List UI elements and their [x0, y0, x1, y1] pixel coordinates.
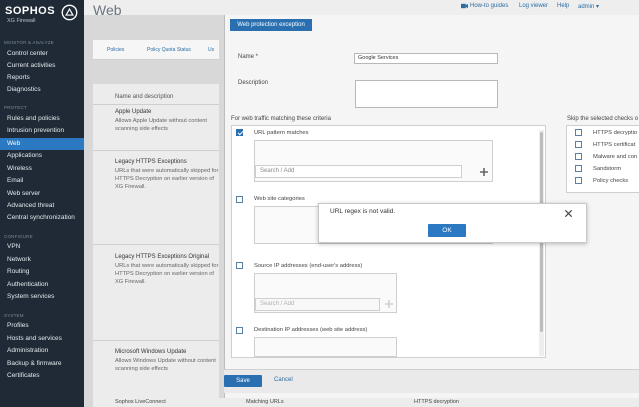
list-item-title[interactable]: Legacy HTTPS Exceptions: [115, 159, 187, 165]
nav-section-configure: CONFIGURE: [4, 234, 33, 239]
sidebar-item-routing[interactable]: Routing: [0, 266, 84, 278]
destination-ip-box: [254, 337, 397, 357]
skip-malware-label: Malware and con: [593, 154, 638, 160]
sidebar-item-diagnostics[interactable]: Diagnostics: [0, 84, 84, 96]
sophos-shield-icon: [61, 4, 78, 21]
dialog-title: Web protection exception: [230, 19, 312, 31]
logo: SOPHOS XG Firewall: [5, 4, 81, 26]
source-ip-checkbox[interactable]: [236, 262, 243, 269]
description-label: Description: [238, 80, 269, 86]
web-site-categories-label: Web site categories: [254, 196, 305, 202]
sidebar-item-administration[interactable]: Administration: [0, 345, 84, 357]
divider: [93, 244, 219, 245]
list-item-desc: Allows Apple Update without content scan…: [115, 118, 208, 132]
name-label: Name *: [238, 54, 259, 60]
criteria-heading: For web traffic matching these criteria: [231, 116, 331, 122]
bottom-row: [93, 398, 639, 407]
sidebar-item-email[interactable]: Email: [0, 175, 84, 187]
sidebar-item-rules-and-policies[interactable]: Rules and policies: [0, 113, 84, 125]
list-item-title[interactable]: Apple Update: [115, 109, 151, 115]
skip-sandstorm-label: Sandstorm: [593, 166, 622, 172]
sidebar-item-backup-firmware[interactable]: Backup & firmware: [0, 358, 84, 370]
url-pattern-search-input[interactable]: Search / Add: [255, 165, 462, 178]
skip-https-decryption-checkbox[interactable]: [575, 129, 582, 136]
save-button[interactable]: Save: [224, 375, 262, 387]
video-icon: [461, 3, 468, 9]
list-item-desc: URLs that were automatically skipped for…: [115, 168, 219, 190]
nav-section-monitor: MONITOR & ANALYZE: [4, 40, 54, 45]
plus-icon[interactable]: [384, 299, 394, 309]
url-pattern-checkbox[interactable]: [236, 129, 243, 136]
divider: [93, 104, 219, 105]
list-item-title[interactable]: Microsoft Windows Update: [115, 349, 186, 355]
skip-heading: Skip the selected checks o: [567, 116, 639, 122]
skip-https-decryption-label: HTTPS decryptio: [593, 130, 638, 136]
plus-icon[interactable]: [479, 167, 489, 177]
topbar: [84, 0, 639, 15]
sidebar-item-system-services[interactable]: System services: [0, 291, 84, 303]
sidebar-item-current-activities[interactable]: Current activities: [0, 60, 84, 72]
tab-user-truncated[interactable]: Us: [208, 47, 214, 53]
skip-policy-checks-checkbox[interactable]: [575, 177, 582, 184]
how-to-guides-link[interactable]: How-to guides: [470, 3, 508, 9]
sidebar-item-wireless[interactable]: Wireless: [0, 163, 84, 175]
skip-https-certificate-checkbox[interactable]: [575, 141, 582, 148]
sidebar-item-control-center[interactable]: Control center: [0, 48, 84, 60]
sidebar-item-advanced-threat[interactable]: Advanced threat: [0, 200, 84, 212]
url-pattern-label: URL pattern matches: [254, 130, 309, 136]
list-item-desc: Allows Windows Update without content sc…: [115, 358, 216, 372]
source-ip-search-input[interactable]: Search / Add: [255, 298, 380, 311]
nav-section-protect: PROTECT: [4, 105, 27, 110]
divider: [93, 150, 219, 151]
sidebar-item-central-synchronization[interactable]: Central synchronization: [0, 212, 84, 224]
destination-ip-label: Destination IP addresses (web site addre…: [254, 327, 368, 333]
list-item-title[interactable]: Legacy HTTPS Exceptions Original: [115, 254, 209, 260]
sidebar-item-hosts-and-services[interactable]: Hosts and services: [0, 333, 84, 345]
sidebar-item-reports[interactable]: Reports: [0, 72, 84, 84]
ok-button[interactable]: OK: [428, 224, 466, 237]
nav-section-system: SYSTEM: [4, 313, 24, 318]
log-viewer-link[interactable]: Log viewer: [519, 3, 548, 9]
tab-policies[interactable]: Policies: [107, 47, 124, 53]
bottom-row-matching: Matching URLs: [246, 399, 284, 405]
source-ip-label: Source IP addresses (end-user's address): [254, 263, 363, 269]
sidebar-item-profiles[interactable]: Profiles: [0, 320, 84, 332]
divider: [93, 340, 219, 341]
skip-sandstorm-checkbox[interactable]: [575, 165, 582, 172]
tab-policy-quota-status[interactable]: Policy Quota Status: [147, 47, 191, 53]
skip-policy-checks-label: Policy checks: [593, 178, 629, 184]
help-link[interactable]: Help: [557, 3, 569, 9]
sidebar-item-certificates[interactable]: Certificates: [0, 370, 84, 382]
sidebar-item-vpn[interactable]: VPN: [0, 241, 84, 253]
sidebar-item-web[interactable]: Web: [0, 138, 84, 150]
description-textarea[interactable]: [355, 80, 498, 108]
skip-https-certificate-label: HTTPS certificat: [593, 142, 636, 148]
alert-message: URL regex is not valid.: [330, 208, 396, 215]
sidebar-item-authentication[interactable]: Authentication: [0, 279, 84, 291]
list-item-desc: URLs that were automatically skipped for…: [115, 263, 219, 285]
sidebar-item-web-server[interactable]: Web server: [0, 188, 84, 200]
cancel-button[interactable]: Cancel: [274, 377, 293, 383]
sidebar-item-applications[interactable]: Applications: [0, 150, 84, 162]
web-site-categories-checkbox[interactable]: [236, 196, 243, 203]
skip-malware-checkbox[interactable]: [575, 153, 582, 160]
destination-ip-checkbox[interactable]: [236, 327, 243, 334]
name-input[interactable]: Google Services: [354, 53, 498, 64]
logo-text: SOPHOS: [5, 5, 56, 17]
bottom-row-name: Sophos LiveConnect: [115, 399, 166, 405]
sidebar-item-intrusion-prevention[interactable]: Intrusion prevention: [0, 125, 84, 137]
column-header-name: Name and description: [115, 94, 174, 100]
sidebar-item-network[interactable]: Network: [0, 254, 84, 266]
product-name: XG Firewall: [7, 18, 36, 24]
admin-menu[interactable]: admin ▾: [578, 3, 599, 10]
bottom-row-skip: HTTPS decryption: [414, 399, 459, 405]
close-icon[interactable]: [564, 209, 573, 218]
sidebar: SOPHOS XG Firewall MONITOR & ANALYZE Con…: [0, 0, 84, 407]
